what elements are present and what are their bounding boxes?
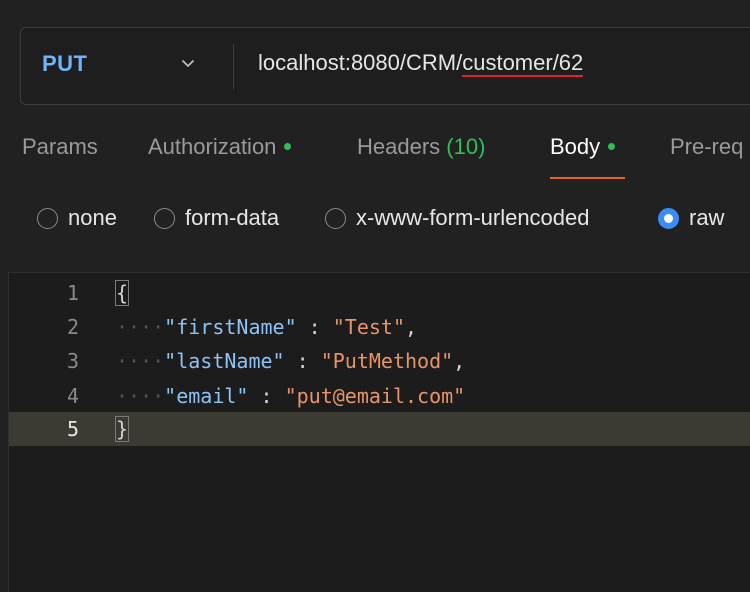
- active-tab-indicator: [550, 177, 625, 179]
- tab-params[interactable]: Params: [22, 134, 98, 160]
- tab-label: Body: [550, 134, 601, 159]
- radio-circle-icon: [154, 207, 175, 229]
- url-path: customer/62: [462, 50, 584, 77]
- open-brace: {: [114, 280, 130, 306]
- line-number: 2: [66, 315, 79, 339]
- tab-label: Authorization: [148, 134, 277, 159]
- editor-line: 1 {: [9, 276, 750, 310]
- radio-x-www-form-urlencoded[interactable]: x-www-form-urlencoded: [325, 205, 590, 231]
- tab-label: Params: [22, 134, 98, 159]
- radio-circle-icon: [325, 207, 346, 229]
- radio-label: raw: [689, 205, 725, 230]
- tab-label: Headers: [357, 134, 441, 159]
- body-type-options: none form-data x-www-form-urlencoded raw: [0, 205, 750, 235]
- radio-none[interactable]: none: [37, 205, 117, 231]
- radio-circle-icon: [37, 207, 58, 229]
- header-count-badge: (10): [446, 134, 486, 159]
- radio-label: form-data: [185, 205, 280, 230]
- request-url-bar: PUT localhost:8080/CRM/customer/62: [20, 27, 750, 105]
- json-value: "PutMethod": [320, 349, 454, 373]
- radio-label: x-www-form-urlencoded: [356, 205, 590, 230]
- line-number: 3: [66, 349, 79, 373]
- tab-authorization[interactable]: Authorization: [148, 134, 292, 160]
- radio-form-data[interactable]: form-data: [154, 205, 279, 231]
- radio-checked-icon: [658, 207, 679, 229]
- editor-line: 2 ····"firstName" : "Test",: [9, 310, 750, 344]
- editor-line: 4 ····"email" : "put@email.com": [9, 379, 750, 413]
- radio-label: none: [68, 205, 117, 230]
- request-tabs: Params Authorization Headers (10) Body P…: [0, 134, 750, 184]
- chevron-down-icon[interactable]: [179, 54, 197, 72]
- radio-raw[interactable]: raw: [658, 205, 724, 231]
- json-key: "firstName": [164, 315, 297, 339]
- url-input[interactable]: localhost:8080/CRM/customer/62: [258, 50, 584, 77]
- tab-pre-request[interactable]: Pre-req: [670, 134, 743, 160]
- editor-line-current: 5 }: [9, 412, 750, 446]
- url-prefix: localhost:8080/CRM/: [258, 50, 463, 75]
- json-value: "put@email.com": [284, 384, 466, 408]
- status-dot-icon: [284, 142, 292, 150]
- editor-line: 3 ····"lastName" : "PutMethod",: [9, 344, 750, 378]
- json-key: "lastName": [164, 349, 285, 373]
- url-divider: [233, 44, 234, 90]
- tab-label: Pre-req: [670, 134, 744, 159]
- line-number: 1: [66, 281, 79, 305]
- tab-headers[interactable]: Headers (10): [357, 134, 485, 160]
- close-brace: }: [114, 416, 130, 442]
- json-value: "Test": [332, 315, 405, 339]
- line-number: 4: [66, 384, 79, 408]
- json-key: "email": [164, 384, 249, 408]
- status-dot-icon: [608, 142, 616, 150]
- http-method-select[interactable]: PUT: [42, 51, 88, 77]
- body-code-editor[interactable]: 1 { 2 ····"firstName" : "Test", 3 ····"l…: [8, 272, 750, 592]
- tab-body[interactable]: Body: [550, 134, 616, 160]
- line-number: 5: [66, 417, 79, 441]
